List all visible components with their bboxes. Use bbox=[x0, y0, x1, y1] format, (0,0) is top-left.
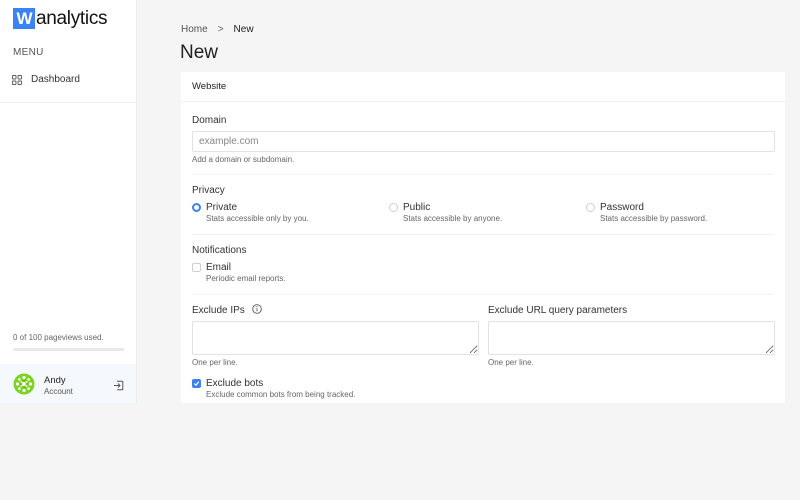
email-checkbox[interactable] bbox=[192, 263, 201, 272]
page-title: New bbox=[180, 42, 219, 63]
privacy-option-public[interactable]: Public Stats accessible by anyone. bbox=[389, 202, 502, 223]
privacy-label: Privacy bbox=[192, 185, 225, 196]
breadcrumb: Home > New bbox=[181, 24, 254, 35]
option-title: Private bbox=[206, 202, 238, 213]
domain-label: Domain bbox=[192, 115, 227, 126]
sidebar-item-label: Dashboard bbox=[31, 74, 80, 85]
exclude-ips-help: One per line. bbox=[192, 358, 238, 367]
account-panel[interactable]: Andy Account bbox=[0, 364, 136, 403]
option-description: Exclude common bots from being tracked. bbox=[206, 390, 356, 399]
radio-public[interactable] bbox=[389, 203, 398, 212]
privacy-option-password[interactable]: Password Stats accessible by password. bbox=[586, 202, 707, 223]
exclude-ips-label: Exclude IPs bbox=[192, 304, 262, 316]
grid-icon bbox=[12, 74, 22, 85]
account-subtitle: Account bbox=[44, 387, 73, 396]
logo-mark: W bbox=[13, 8, 35, 29]
info-icon[interactable] bbox=[251, 304, 262, 315]
account-name: Andy bbox=[44, 375, 66, 386]
exclude-params-textarea[interactable] bbox=[488, 321, 775, 355]
divider bbox=[192, 174, 774, 175]
option-title: Exclude bots bbox=[206, 378, 264, 389]
option-description: Stats accessible by anyone. bbox=[403, 214, 503, 223]
nav-divider bbox=[0, 102, 136, 103]
avatar bbox=[13, 373, 35, 395]
menu-label: MENU bbox=[13, 47, 44, 58]
logo-text: analytics bbox=[36, 8, 108, 29]
exclude-params-label: Exclude URL query parameters bbox=[488, 305, 628, 316]
option-title: Password bbox=[600, 202, 644, 213]
divider bbox=[192, 234, 774, 235]
breadcrumb-separator: > bbox=[217, 24, 224, 35]
logout-button[interactable] bbox=[113, 378, 124, 396]
exclude-ips-label-text: Exclude IPs bbox=[192, 305, 245, 316]
exclude-bots-checkbox[interactable]: Exclude bots Exclude common bots from be… bbox=[192, 378, 355, 399]
email-notification-checkbox[interactable]: Email Periodic email reports. bbox=[192, 262, 286, 283]
logo[interactable]: W analytics bbox=[13, 8, 108, 29]
option-title: Public bbox=[403, 202, 431, 213]
notifications-label: Notifications bbox=[192, 245, 247, 256]
exclude-params-help: One per line. bbox=[488, 358, 534, 367]
divider bbox=[192, 294, 774, 295]
option-description: Periodic email reports. bbox=[206, 274, 286, 283]
sidebar: W analytics MENU Dashboard 0 of 100 page… bbox=[0, 0, 137, 403]
sidebar-item-dashboard[interactable]: Dashboard bbox=[12, 74, 80, 85]
domain-input[interactable] bbox=[192, 131, 775, 152]
logout-icon bbox=[114, 380, 124, 391]
card-header: Website bbox=[181, 72, 785, 102]
website-form-card: Website Domain Add a domain or subdomain… bbox=[181, 72, 785, 403]
privacy-option-private[interactable]: Private Stats accessible only by you. bbox=[192, 202, 309, 223]
usage-bar bbox=[13, 348, 124, 351]
radio-private[interactable] bbox=[192, 203, 201, 212]
option-description: Stats accessible by password. bbox=[600, 214, 708, 223]
breadcrumb-home[interactable]: Home bbox=[181, 24, 208, 35]
exclude-bots-check[interactable] bbox=[192, 379, 201, 388]
option-description: Stats accessible only by you. bbox=[206, 214, 309, 223]
breadcrumb-current: New bbox=[233, 24, 254, 35]
checkmark-icon bbox=[193, 381, 200, 386]
domain-help: Add a domain or subdomain. bbox=[192, 155, 295, 164]
usage-text: 0 of 100 pageviews used. bbox=[13, 333, 104, 342]
exclude-ips-textarea[interactable] bbox=[192, 321, 479, 355]
option-title: Email bbox=[206, 262, 232, 273]
radio-password[interactable] bbox=[586, 203, 595, 212]
